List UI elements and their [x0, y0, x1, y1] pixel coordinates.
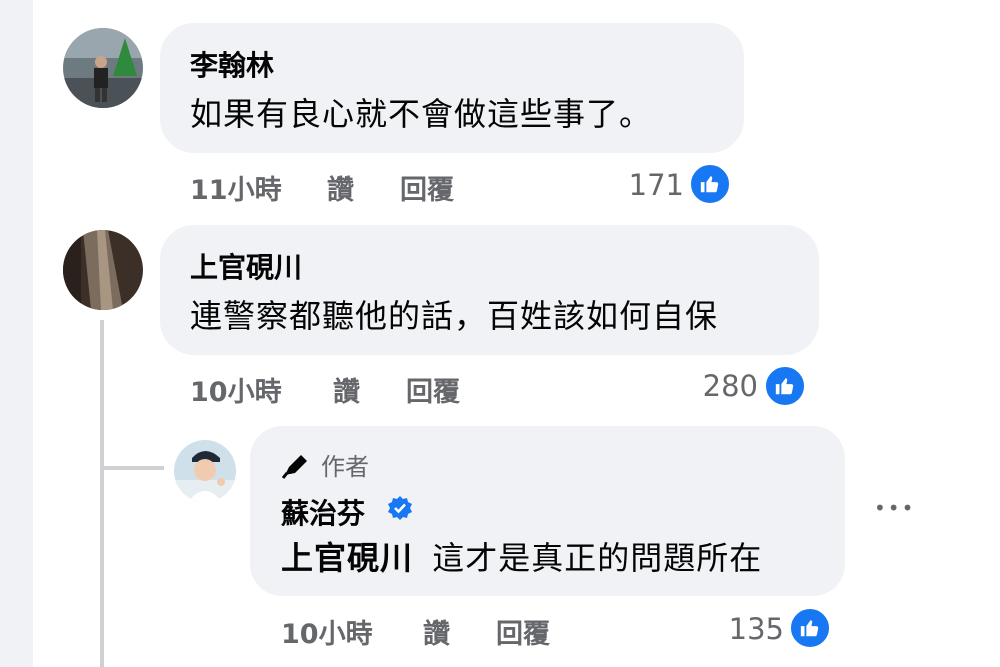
comment-time[interactable]: 11小時	[190, 168, 282, 207]
like-link[interactable]: 讚	[333, 370, 360, 409]
thumbs-up-icon[interactable]	[763, 364, 807, 408]
avatar[interactable]	[63, 230, 143, 310]
comment-author[interactable]: 李翰林	[190, 44, 274, 84]
reaction-count[interactable]: 280	[670, 369, 758, 403]
comment-text: 如果有良心就不會做這些事了。	[190, 95, 653, 133]
author-badge-label: 作者	[321, 453, 369, 481]
left-gutter	[0, 0, 33, 667]
reply-link[interactable]: 回覆	[400, 168, 454, 207]
author-badge: 作者	[281, 447, 369, 482]
reaction-count[interactable]: 135	[700, 612, 784, 646]
like-link[interactable]: 讚	[423, 612, 450, 651]
avatar[interactable]	[174, 440, 236, 502]
comment-text: 連警察都聽他的話，百姓該如何自保	[190, 297, 719, 335]
reply-time[interactable]: 10小時	[281, 612, 373, 651]
reply-link[interactable]: 回覆	[496, 612, 550, 651]
like-link[interactable]: 讚	[327, 168, 354, 207]
verified-badge-icon	[387, 495, 413, 521]
thumbs-up-icon[interactable]	[688, 162, 732, 206]
thread-line	[100, 466, 164, 470]
thread-line	[100, 320, 104, 667]
more-options-icon[interactable]: •••	[874, 496, 915, 520]
reaction-count[interactable]: 171	[600, 168, 684, 202]
reply-text: 上官硯川 這才是真正的問題所在	[281, 533, 762, 579]
mention-link[interactable]: 上官硯川	[281, 539, 413, 577]
reply-link[interactable]: 回覆	[406, 370, 460, 409]
reply-author[interactable]: 蘇治芬	[281, 492, 365, 532]
pen-icon	[281, 451, 311, 479]
thumbs-up-icon[interactable]	[788, 606, 832, 650]
comment-author[interactable]: 上官硯川	[190, 246, 302, 286]
avatar[interactable]	[63, 28, 143, 108]
comment-time[interactable]: 10小時	[190, 370, 282, 409]
reply-body: 這才是真正的問題所在	[432, 539, 763, 577]
